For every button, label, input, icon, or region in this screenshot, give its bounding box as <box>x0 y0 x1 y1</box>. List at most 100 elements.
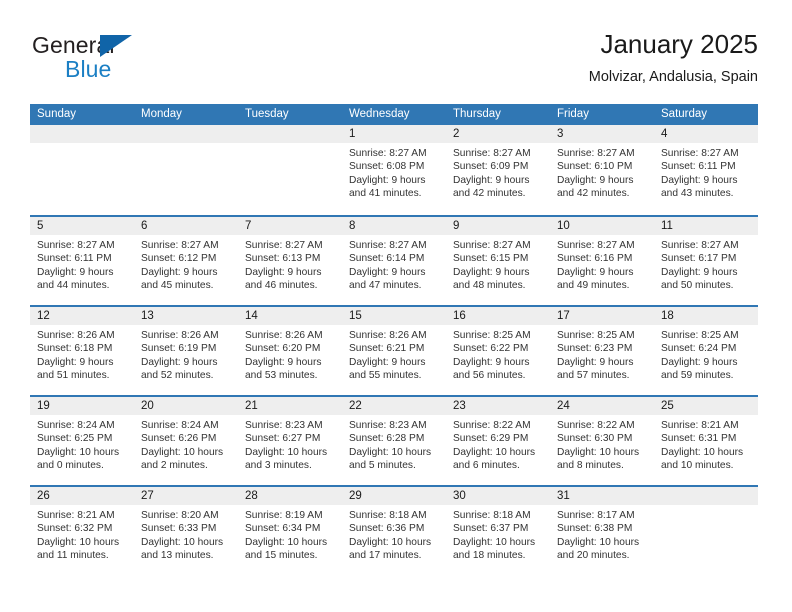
calendar-day-cell[interactable]: 24 Sunrise: 8:22 AM Sunset: 6:30 PM Dayligh… <box>550 397 654 485</box>
day-sun-info: Sunrise: 8:19 AM Sunset: 6:34 PM Daylight:… <box>238 505 342 563</box>
sunrise-text: Sunrise: 8:26 AM <box>349 330 427 341</box>
calendar-day-cell[interactable]: 13 Sunrise: 8:26 AM Sunset: 6:19 PM Dayligh… <box>134 307 238 395</box>
day-number: 29 <box>342 487 446 505</box>
day-sun-info: Sunrise: 8:20 AM Sunset: 6:33 PM Daylight:… <box>134 505 238 563</box>
calendar-day-cell[interactable]: 20 Sunrise: 8:24 AM Sunset: 6:26 PM Dayligh… <box>134 397 238 485</box>
calendar-day-cell[interactable]: 5 Sunrise: 8:27 AM Sunset: 6:11 PM Daylight… <box>30 217 134 305</box>
calendar-day-cell[interactable]: 28 Sunrise: 8:19 AM Sunset: 6:34 PM Dayligh… <box>238 487 342 575</box>
daylight-text: Daylight: 10 hours <box>141 536 224 548</box>
daylight-text: and 42 minutes. <box>557 188 630 200</box>
sunrise-text: Sunrise: 8:22 AM <box>557 420 635 431</box>
day-number: 18 <box>654 307 758 325</box>
calendar-day-cell[interactable]: 26 Sunrise: 8:21 AM Sunset: 6:32 PM Dayligh… <box>30 487 134 575</box>
sunrise-text: Sunrise: 8:27 AM <box>37 240 115 251</box>
daylight-text: and 8 minutes. <box>557 460 624 472</box>
day-sun-info: Sunrise: 8:25 AM Sunset: 6:23 PM Daylight:… <box>550 325 654 383</box>
calendar-day-cell[interactable]: 21 Sunrise: 8:23 AM Sunset: 6:27 PM Dayligh… <box>238 397 342 485</box>
calendar-day-cell[interactable]: 27 Sunrise: 8:20 AM Sunset: 6:33 PM Dayligh… <box>134 487 238 575</box>
sunrise-text: Sunrise: 8:20 AM <box>141 510 219 521</box>
page-subtitle: Molvizar, Andalusia, Spain <box>588 69 758 85</box>
calendar-day-cell[interactable]: 16 Sunrise: 8:25 AM Sunset: 6:22 PM Dayligh… <box>446 307 550 395</box>
calendar-day-cell[interactable]: 4 Sunrise: 8:27 AM Sunset: 6:11 PM Daylight… <box>654 125 758 215</box>
sunset-text: Sunset: 6:34 PM <box>245 523 321 535</box>
day-number: 17 <box>550 307 654 325</box>
calendar-day-cell[interactable]: 22 Sunrise: 8:23 AM Sunset: 6:28 PM Dayligh… <box>342 397 446 485</box>
sunset-text: Sunset: 6:11 PM <box>37 253 112 265</box>
sunset-text: Sunset: 6:10 PM <box>557 161 633 173</box>
day-sun-info: Sunrise: 8:26 AM Sunset: 6:18 PM Daylight:… <box>30 325 134 383</box>
sunset-text: Sunset: 6:11 PM <box>661 161 736 173</box>
day-number: 31 <box>550 487 654 505</box>
calendar-day-cell[interactable]: 10 Sunrise: 8:27 AM Sunset: 6:16 PM Dayligh… <box>550 217 654 305</box>
calendar-day-cell[interactable]: 23 Sunrise: 8:22 AM Sunset: 6:29 PM Dayligh… <box>446 397 550 485</box>
calendar-day-cell[interactable]: 29 Sunrise: 8:18 AM Sunset: 6:36 PM Dayligh… <box>342 487 446 575</box>
day-sun-info: Sunrise: 8:21 AM Sunset: 6:32 PM Daylight:… <box>30 505 134 563</box>
weekday-header-friday: Friday <box>557 108 589 120</box>
calendar-day-cell[interactable]: 18 Sunrise: 8:25 AM Sunset: 6:24 PM Dayligh… <box>654 307 758 395</box>
day-sun-info: Sunrise: 8:27 AM Sunset: 6:15 PM Daylight:… <box>446 235 550 293</box>
sunrise-text: Sunrise: 8:24 AM <box>141 420 219 431</box>
calendar-day-cell[interactable]: 14 Sunrise: 8:26 AM Sunset: 6:20 PM Dayligh… <box>238 307 342 395</box>
calendar-day-cell[interactable]: 9 Sunrise: 8:27 AM Sunset: 6:15 PM Daylight… <box>446 217 550 305</box>
daylight-text: Daylight: 9 hours <box>661 356 738 368</box>
sunrise-text: Sunrise: 8:21 AM <box>661 420 739 431</box>
weekday-header-saturday: Saturday <box>661 108 708 120</box>
sunset-text: Sunset: 6:13 PM <box>245 253 321 265</box>
logo-text-blue: Blue <box>65 56 112 82</box>
calendar-day-cell[interactable]: 12 Sunrise: 8:26 AM Sunset: 6:18 PM Dayligh… <box>30 307 134 395</box>
calendar-day-cell[interactable]: 31 Sunrise: 8:17 AM Sunset: 6:38 PM Dayligh… <box>550 487 654 575</box>
sunrise-text: Sunrise: 8:27 AM <box>557 148 635 159</box>
daylight-text: Daylight: 9 hours <box>141 266 218 278</box>
day-sun-info <box>134 143 238 147</box>
calendar-day-cell[interactable]: 15 Sunrise: 8:26 AM Sunset: 6:21 PM Dayligh… <box>342 307 446 395</box>
sunset-text: Sunset: 6:20 PM <box>245 343 321 355</box>
day-sun-info <box>238 143 342 147</box>
weekday-header-sunday: Sunday <box>37 108 77 120</box>
calendar-day-cell[interactable]: 1 Sunrise: 8:27 AM Sunset: 6:08 PM Daylight… <box>342 125 446 215</box>
day-sun-info <box>30 143 134 147</box>
daylight-text: and 11 minutes. <box>37 550 109 562</box>
day-sun-info: Sunrise: 8:22 AM Sunset: 6:30 PM Daylight:… <box>550 415 654 473</box>
sunrise-text: Sunrise: 8:25 AM <box>453 330 531 341</box>
calendar-day-cell-empty <box>238 125 342 215</box>
day-sun-info: Sunrise: 8:27 AM Sunset: 6:11 PM Daylight:… <box>30 235 134 293</box>
daylight-text: Daylight: 9 hours <box>453 174 530 186</box>
day-number: 26 <box>30 487 134 505</box>
daylight-text: Daylight: 9 hours <box>661 266 738 278</box>
daylight-text: and 3 minutes. <box>245 460 312 472</box>
calendar-day-cell[interactable]: 8 Sunrise: 8:27 AM Sunset: 6:14 PM Daylight… <box>342 217 446 305</box>
calendar-day-cell[interactable]: 3 Sunrise: 8:27 AM Sunset: 6:10 PM Daylight… <box>550 125 654 215</box>
calendar-day-cell[interactable]: 25 Sunrise: 8:21 AM Sunset: 6:31 PM Dayligh… <box>654 397 758 485</box>
daylight-text: Daylight: 9 hours <box>453 266 530 278</box>
day-number: 4 <box>654 125 758 143</box>
sunset-text: Sunset: 6:16 PM <box>557 253 633 265</box>
day-number: 19 <box>30 397 134 415</box>
day-number: 24 <box>550 397 654 415</box>
sunset-text: Sunset: 6:08 PM <box>349 161 425 173</box>
day-sun-info: Sunrise: 8:27 AM Sunset: 6:12 PM Daylight:… <box>134 235 238 293</box>
sunset-text: Sunset: 6:22 PM <box>453 343 529 355</box>
calendar-day-cell[interactable]: 30 Sunrise: 8:18 AM Sunset: 6:37 PM Dayligh… <box>446 487 550 575</box>
daylight-text: Daylight: 9 hours <box>349 266 426 278</box>
calendar-day-cell[interactable]: 7 Sunrise: 8:27 AM Sunset: 6:13 PM Daylight… <box>238 217 342 305</box>
day-number: 21 <box>238 397 342 415</box>
sunrise-text: Sunrise: 8:27 AM <box>453 240 531 251</box>
calendar-day-cell[interactable]: 6 Sunrise: 8:27 AM Sunset: 6:12 PM Daylight… <box>134 217 238 305</box>
day-number: 23 <box>446 397 550 415</box>
calendar-day-cell[interactable]: 17 Sunrise: 8:25 AM Sunset: 6:23 PM Dayligh… <box>550 307 654 395</box>
daylight-text: Daylight: 9 hours <box>557 356 634 368</box>
calendar-day-cell[interactable]: 19 Sunrise: 8:24 AM Sunset: 6:25 PM Dayligh… <box>30 397 134 485</box>
daylight-text: Daylight: 10 hours <box>453 446 536 458</box>
sunset-text: Sunset: 6:30 PM <box>557 433 633 445</box>
calendar-day-cell[interactable]: 2 Sunrise: 8:27 AM Sunset: 6:09 PM Daylight… <box>446 125 550 215</box>
day-number <box>654 487 758 505</box>
calendar-day-cell[interactable]: 11 Sunrise: 8:27 AM Sunset: 6:17 PM Dayligh… <box>654 217 758 305</box>
day-number <box>134 125 238 143</box>
sunset-text: Sunset: 6:12 PM <box>141 253 217 265</box>
sunset-text: Sunset: 6:33 PM <box>141 523 217 535</box>
daylight-text: and 59 minutes. <box>661 370 734 382</box>
sunrise-text: Sunrise: 8:27 AM <box>557 240 635 251</box>
daylight-text: Daylight: 10 hours <box>245 446 328 458</box>
day-number: 12 <box>30 307 134 325</box>
sunset-text: Sunset: 6:28 PM <box>349 433 425 445</box>
